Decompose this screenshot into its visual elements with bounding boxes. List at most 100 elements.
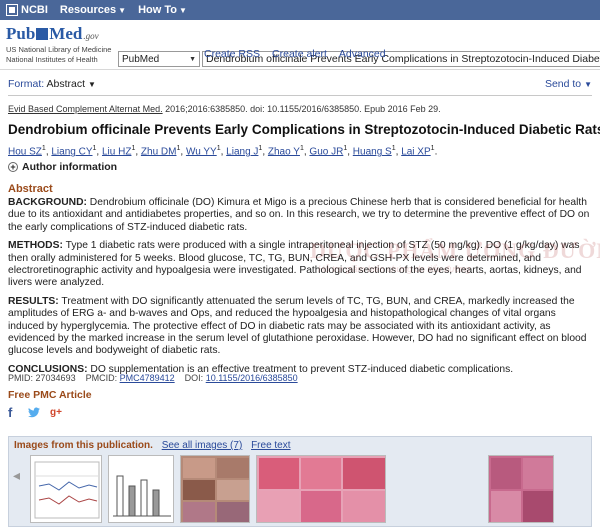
format-label: Format:	[8, 78, 45, 90]
free-text-link[interactable]: Free text	[251, 440, 290, 451]
image-thumbnails	[14, 455, 586, 527]
pmcid-link[interactable]: PMC4789412	[120, 373, 175, 383]
citation-line: Evid Based Complement Alternat Med. 2016…	[8, 104, 441, 114]
author-affil: 1	[258, 145, 263, 152]
author-link[interactable]: Guo JR	[309, 146, 343, 157]
section-label: RESULTS:	[8, 295, 59, 307]
author-link[interactable]: Liang CY	[51, 146, 92, 157]
images-title: Images from this publication.	[14, 440, 153, 451]
howto-label: How To	[138, 4, 177, 16]
abstract-section: Abstract BACKGROUND: Dendrobium officina…	[8, 183, 592, 382]
google-plus-icon[interactable]: g+	[50, 407, 62, 418]
author-link[interactable]: Hou SZ	[8, 146, 42, 157]
author-link[interactable]: Liang J	[226, 146, 258, 157]
images-panel: Images from this publication. See all im…	[8, 436, 592, 527]
section-label: BACKGROUND:	[8, 197, 87, 208]
abstract-heading: Abstract	[8, 183, 53, 195]
resources-menu[interactable]: Resources ▼	[60, 4, 126, 16]
section-label: METHODS:	[8, 240, 63, 252]
figure-thumbnail[interactable]	[256, 455, 386, 523]
author-info-toggle[interactable]: + Author information	[8, 161, 117, 173]
doi-link[interactable]: 10.1155/2016/6385850	[206, 373, 298, 383]
author-link[interactable]: Zhao Y	[268, 146, 300, 157]
format-control[interactable]: Format: Abstract ▼	[8, 78, 96, 90]
article-title: Dendrobium officinale Prevents Early Com…	[8, 122, 600, 137]
author-affil: 1	[176, 145, 181, 152]
send-to-menu[interactable]: Send to ▼	[545, 78, 592, 90]
journal-link[interactable]: Evid Based Complement Alternat Med.	[8, 104, 163, 114]
abstract-background: BACKGROUND: Dendrobium officinale (DO) K…	[8, 197, 592, 234]
ncbi-label: NCBI	[21, 4, 48, 16]
author-affil: 1	[343, 145, 348, 152]
author-affil: 1	[299, 145, 304, 152]
pmid-value: 27034693	[35, 373, 76, 383]
author-affil: 1	[391, 145, 396, 152]
pmcid-label: PMCID:	[85, 373, 118, 383]
pubmed-header: Pub Med .gov US National Library of Medici…	[0, 20, 600, 70]
bar-plot-thumbnail-icon	[113, 475, 171, 517]
author-info-label: Author information	[22, 161, 118, 173]
section-text: Dendrobium officinale (DO) Kimura et Mig…	[8, 197, 590, 233]
resources-label: Resources	[59, 4, 117, 16]
article-ids: PMID: 27034693 PMCID: PMC4789412 DOI: 10…	[8, 373, 298, 383]
expand-plus-icon: +	[8, 162, 18, 172]
logo-med: Med	[49, 24, 83, 43]
images-header: Images from this publication. See all im…	[14, 440, 291, 451]
ncbi-home-link[interactable]: NCBI	[6, 4, 48, 16]
database-value: PubMed	[122, 53, 160, 65]
histology-thumbnail-icon	[257, 456, 385, 522]
citation-details: 2016;2016:6385850. doi: 10.1155/2016/638…	[162, 104, 441, 114]
author-link[interactable]: Zhu DM	[141, 146, 177, 157]
see-all-images-link[interactable]: See all images (7)	[162, 440, 243, 451]
free-pmc-article-link[interactable]: Free PMC Article	[8, 389, 92, 401]
twitter-icon[interactable]	[28, 407, 40, 418]
author-affil: 1	[131, 145, 136, 152]
logo-subtitle-1: US National Library of Medicine	[6, 45, 112, 54]
author-link[interactable]: Lai XP	[401, 146, 430, 157]
divider	[8, 95, 592, 96]
format-value: Abstract	[46, 78, 86, 90]
author-affil: 1	[430, 145, 435, 152]
author-affil: 1	[41, 145, 46, 152]
author-affil: 1	[216, 145, 221, 152]
select-arrow-icon: ▼	[189, 55, 196, 63]
author-affil: 1	[92, 145, 97, 152]
section-text: Type 1 diabetic rats were produced with …	[8, 240, 582, 289]
send-to-label: Send to	[544, 78, 582, 90]
logo-square-icon	[36, 28, 49, 40]
histology-thumbnail-icon	[489, 456, 553, 522]
line-plot-thumbnail-icon	[34, 461, 100, 519]
author-link[interactable]: Huang S	[353, 146, 392, 157]
chevron-down-icon: ▼	[118, 6, 127, 15]
chevron-down-icon: ▼	[87, 80, 96, 89]
header-links: Create RSS Create alert Advanced	[204, 48, 386, 60]
pubmed-logo[interactable]: Pub Med .gov US National Library of Medici…	[6, 24, 116, 64]
create-alert-link[interactable]: Create alert	[272, 48, 327, 60]
ncbi-logo-icon	[6, 4, 18, 16]
chevron-down-icon: ▼	[178, 6, 187, 15]
pmid-label: PMID:	[8, 373, 34, 383]
database-select[interactable]: PubMed ▼	[118, 51, 200, 67]
social-share: f g+	[8, 406, 62, 419]
advanced-link[interactable]: Advanced	[339, 48, 386, 60]
create-rss-link[interactable]: Create RSS	[204, 48, 260, 60]
logo-gov: .gov	[83, 31, 99, 41]
figure-thumbnail[interactable]	[180, 455, 250, 523]
logo-subtitle-2: National Institutes of Health	[6, 55, 98, 64]
logo-pub: Pub	[6, 24, 36, 43]
figure-thumbnail[interactable]	[30, 455, 102, 523]
author-link[interactable]: Liu HZ	[102, 146, 131, 157]
ncbi-top-bar: NCBI Resources ▼ How To ▼	[0, 0, 600, 20]
pubmed-logo-word: Pub Med .gov	[6, 24, 116, 44]
doi-label: DOI:	[184, 373, 204, 383]
format-bar: Format: Abstract ▼ Send to ▼	[8, 78, 592, 90]
abstract-results: RESULTS: Treatment with DO significantly…	[8, 296, 592, 358]
histology-thumbnail-icon	[181, 456, 249, 522]
author-link[interactable]: Wu YY	[186, 146, 217, 157]
section-text: Treatment with DO significantly attenuat…	[8, 295, 587, 357]
facebook-icon[interactable]: f	[8, 406, 18, 419]
figure-thumbnail[interactable]	[108, 455, 174, 523]
figure-thumbnail[interactable]	[488, 455, 554, 523]
chevron-down-icon: ▼	[584, 80, 592, 89]
howto-menu[interactable]: How To ▼	[138, 4, 187, 16]
